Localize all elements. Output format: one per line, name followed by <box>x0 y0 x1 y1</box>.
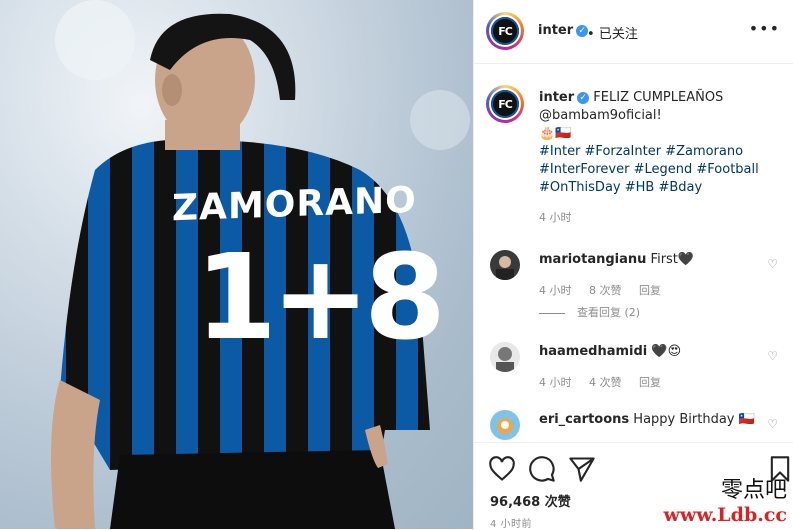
caption-emoji: 🎂🇨🇱 <box>539 126 572 141</box>
post-detail-panel: FC inter ✓ • 已关注 ••• FC inter ✓ FELIZ CUMP… <box>473 0 793 530</box>
caption-hashtags[interactable]: #InterForever #Legend #Football <box>539 161 779 179</box>
comment-reply-button[interactable]: 回复 <box>639 284 661 297</box>
post-photo[interactable]: ZAMORANO 1+8 <box>0 0 473 529</box>
watermark-url: www.Ldb.cc <box>663 504 787 526</box>
posted-time: 4 小时前 <box>490 519 533 530</box>
caption-avatar[interactable]: FC <box>486 85 524 123</box>
caption-mention[interactable]: @bambam9oficial! <box>539 107 779 125</box>
comment-like-heart-icon[interactable]: ♡ <box>767 417 778 431</box>
caption-hashtags[interactable]: #Inter #ForzaInter #Zamorano <box>539 143 779 161</box>
verified-badge-icon: ✓ <box>577 91 590 104</box>
header-username-text[interactable]: inter <box>538 23 573 38</box>
caption: inter ✓ FELIZ CUMPLEAÑOS @bambam9oficial!… <box>539 89 779 227</box>
header-username[interactable]: inter ✓ <box>538 23 589 38</box>
comment-like-heart-icon[interactable]: ♡ <box>767 349 778 363</box>
commenter-avatar[interactable] <box>490 342 520 372</box>
reply-line <box>539 312 565 314</box>
comments-list[interactable]: FC inter ✓ FELIZ CUMPLEAÑOS @bambam9ofici… <box>474 65 793 440</box>
caption-username[interactable]: inter <box>539 90 574 105</box>
comment-username[interactable]: mariotangianu <box>539 252 646 267</box>
more-options-icon[interactable]: ••• <box>749 19 780 38</box>
caption-line: FELIZ CUMPLEAÑOS <box>593 90 724 105</box>
comment-text: First🖤 <box>650 252 695 267</box>
comment-like-heart-icon[interactable]: ♡ <box>767 257 778 271</box>
comment-likes[interactable]: 4 次赞 <box>589 376 622 389</box>
avatar[interactable]: FC <box>486 12 524 50</box>
jersey-number: 1+8 <box>195 228 446 366</box>
comment-username[interactable]: haamedhamidi <box>539 344 647 359</box>
caption-hashtags[interactable]: #OnThisDay #HB #Bday <box>539 179 779 197</box>
post-header: FC inter ✓ • 已关注 ••• <box>474 0 793 64</box>
commenter-avatar[interactable] <box>490 250 520 280</box>
comment-time: 4 小时 <box>539 376 572 389</box>
comment-reply-button[interactable]: 回复 <box>639 376 661 389</box>
view-replies-button[interactable]: 查看回复 (2) <box>577 306 640 319</box>
share-icon[interactable] <box>568 455 596 483</box>
watermark-title: 零点吧 <box>720 478 787 503</box>
caption-time: 4 小时 <box>539 211 572 224</box>
comment-likes[interactable]: 8 次赞 <box>589 284 622 297</box>
comment-text: Happy Birthday 🇨🇱 <box>633 412 755 427</box>
commenter-avatar[interactable] <box>490 410 520 440</box>
likes-count[interactable]: 96,468 次赞 <box>490 491 571 510</box>
follow-status[interactable]: • 已关注 <box>587 23 638 42</box>
inter-logo-icon: FC <box>491 17 519 45</box>
inter-logo-icon: FC <box>491 90 519 118</box>
heart-icon[interactable] <box>488 455 516 483</box>
comment-time: 4 小时 <box>539 284 572 297</box>
view-replies[interactable]: 查看回复 (2) <box>539 304 640 320</box>
comment-text: 🖤😍 <box>651 344 682 359</box>
separator-dot: • <box>587 27 595 42</box>
watermark: 零点吧 www.Ldb.cc <box>664 472 787 526</box>
comment-icon[interactable] <box>528 455 556 483</box>
follow-button[interactable]: 已关注 <box>599 27 638 42</box>
comment-username[interactable]: eri_cartoons <box>539 412 629 427</box>
